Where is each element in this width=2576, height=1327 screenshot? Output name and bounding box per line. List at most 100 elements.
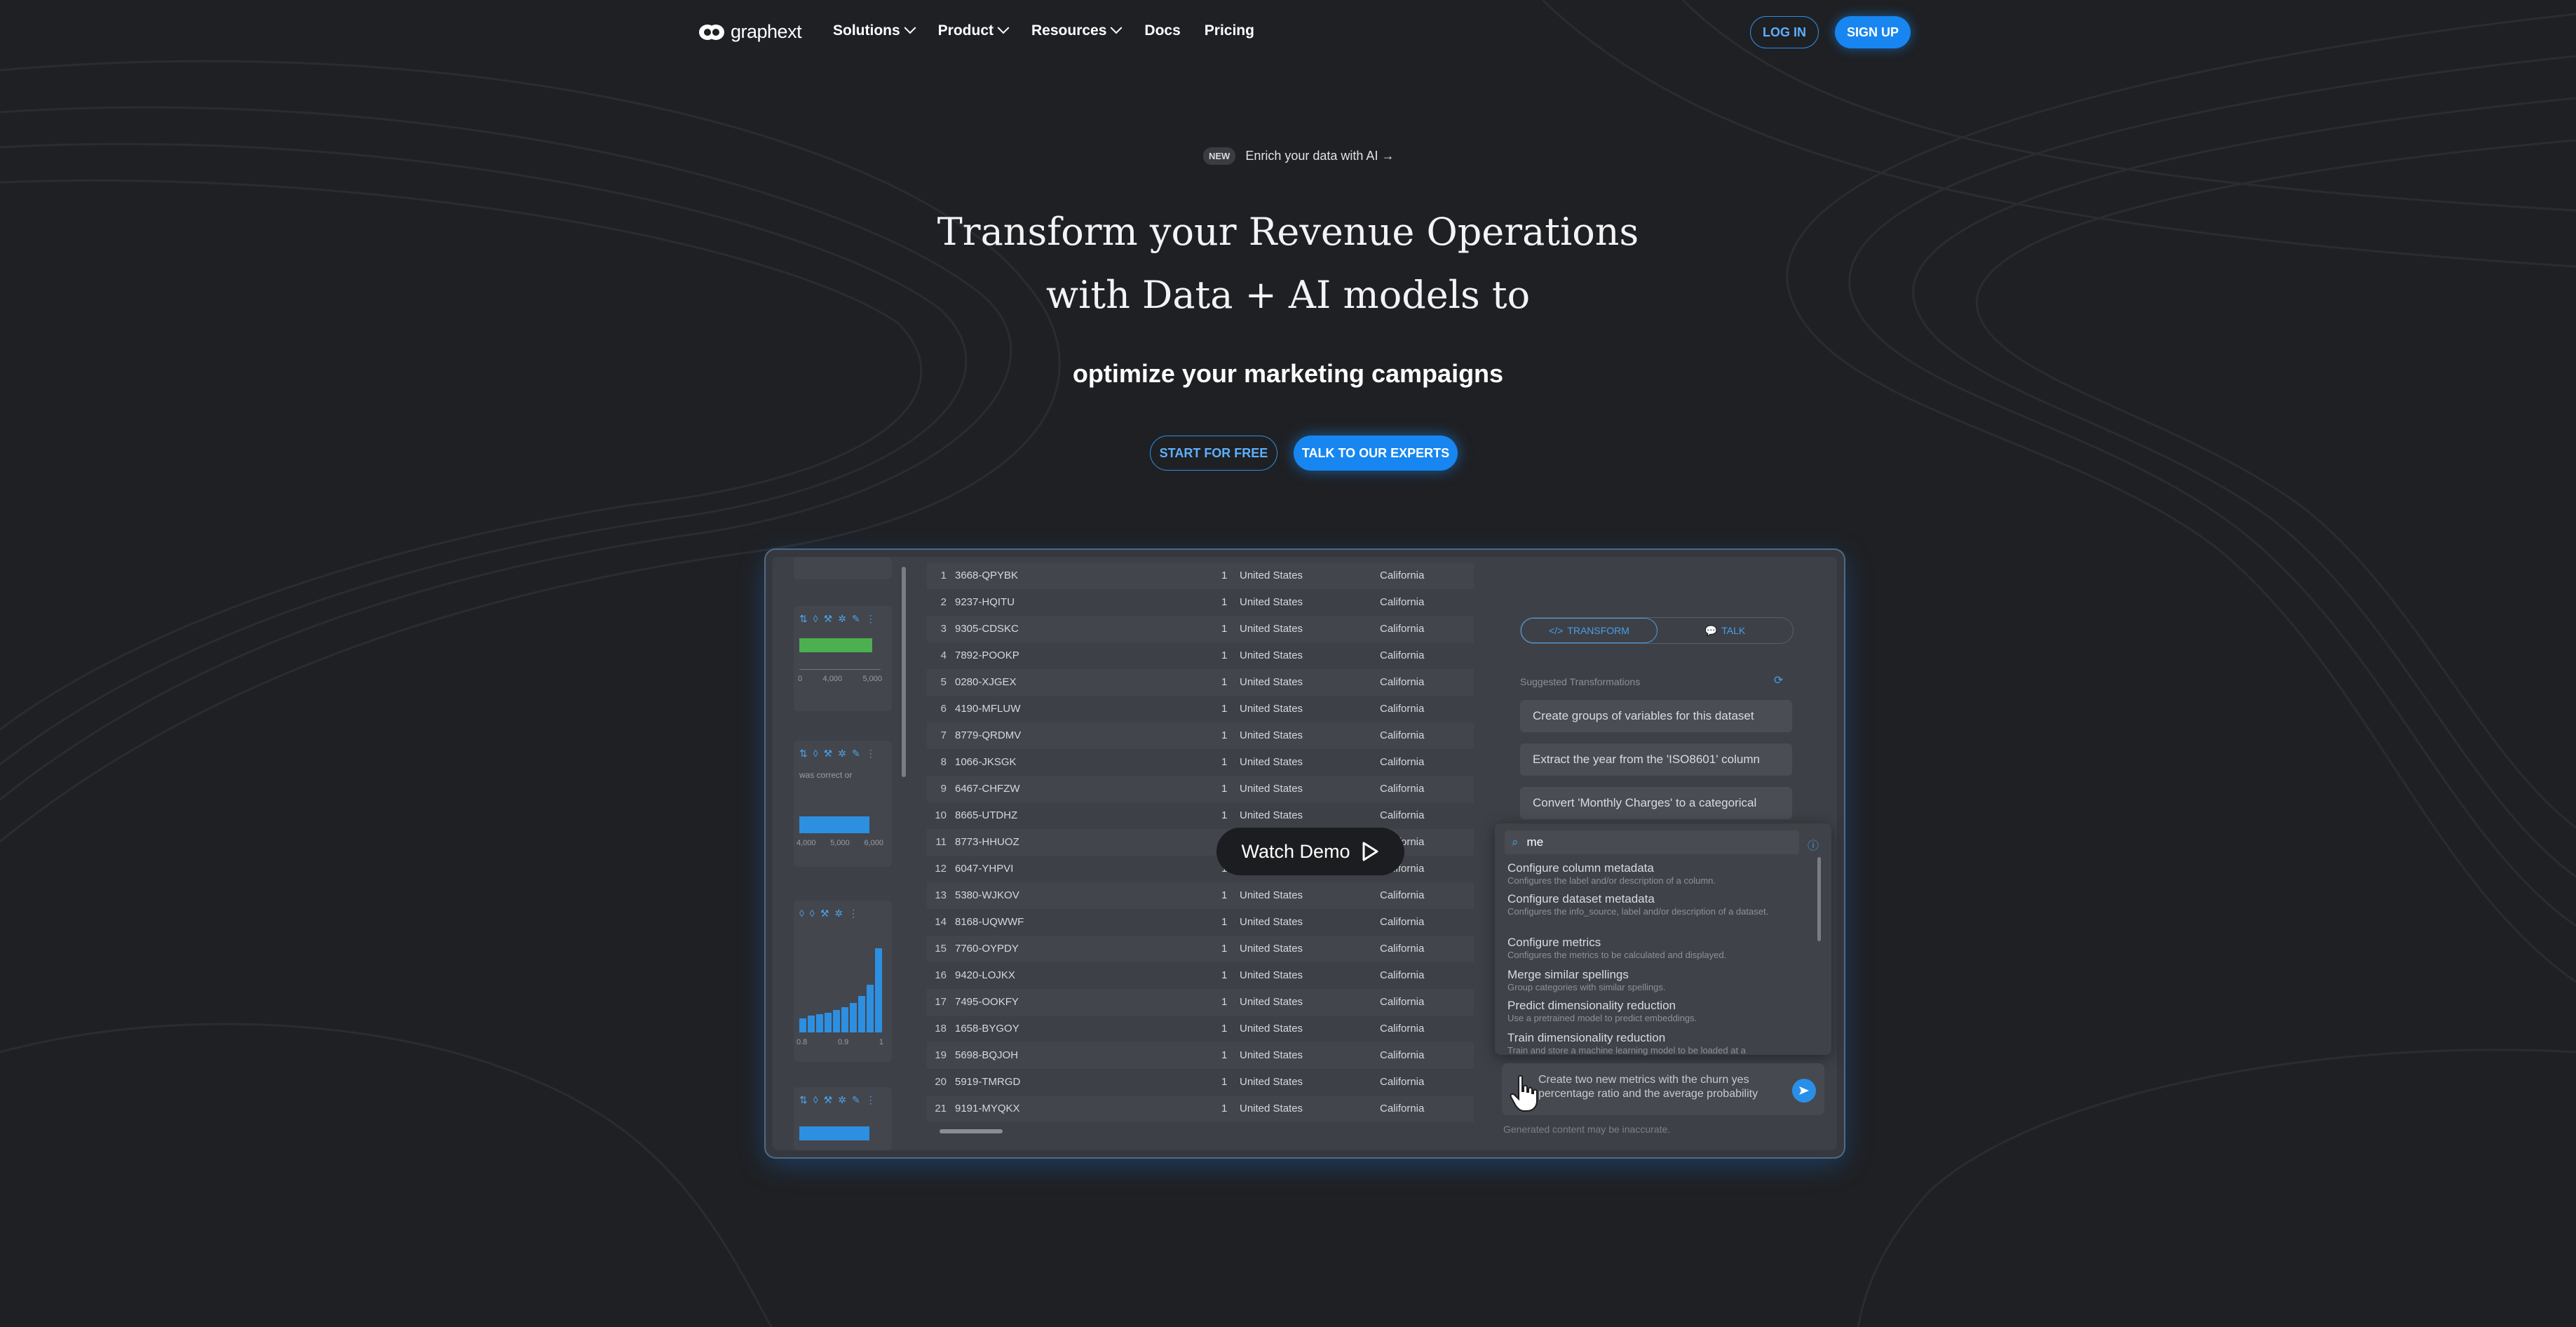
more-icon[interactable]: ⋮ — [866, 748, 876, 760]
dropdown-option[interactable]: Configure dataset metadata Configures th… — [1507, 892, 1802, 917]
table-row[interactable]: 14 8168-UQWWF 1 United States California — [927, 909, 1474, 936]
country-cell: United States — [1240, 943, 1303, 955]
settings-icon[interactable]: ✲ — [834, 908, 843, 920]
dropdown-option[interactable]: Merge similar spellings Group categories… — [1507, 968, 1802, 992]
drop-icon[interactable]: ◊ — [813, 748, 818, 760]
table-row[interactable]: 4 7892-POOKP 1 United States California — [927, 642, 1474, 669]
axis-labels: 4,000 5,000 6,000 — [796, 839, 883, 847]
settings-icon[interactable]: ✲ — [838, 748, 846, 760]
table-row[interactable]: 15 7760-OYPDY 1 United States California — [927, 936, 1474, 962]
settings-icon[interactable]: ✲ — [838, 613, 846, 625]
info-icon[interactable]: ⓘ — [1808, 836, 1819, 853]
edit-icon[interactable]: ✎ — [852, 613, 860, 625]
menu-solutions[interactable]: Solutions — [833, 22, 916, 39]
row-index: 10 — [935, 809, 947, 821]
tool-icon[interactable]: ⚒ — [820, 908, 829, 920]
state-cell: California — [1380, 649, 1425, 661]
customer-id-cell: 5919-TMRGD — [955, 1076, 1021, 1088]
histogram-bar — [808, 1016, 815, 1032]
table-row[interactable]: 20 5919-TMRGD 1 United States California — [927, 1069, 1474, 1096]
table-row[interactable]: 17 7495-OOKFY 1 United States California — [927, 989, 1474, 1016]
new-tag: NEW — [1203, 147, 1236, 165]
login-button[interactable]: LOG IN — [1750, 16, 1819, 48]
menu-pricing[interactable]: Pricing — [1205, 22, 1254, 39]
row-index: 8 — [940, 756, 947, 768]
tab-talk[interactable]: 💬 TALK — [1658, 618, 1793, 643]
talk-to-experts-button[interactable]: TALK TO OUR EXPERTS — [1294, 436, 1458, 471]
tool-icon[interactable]: ⚒ — [824, 1094, 833, 1106]
menu-resources[interactable]: Resources — [1031, 22, 1123, 39]
settings-icon[interactable]: ✲ — [838, 1094, 846, 1106]
table-row[interactable]: 7 8779-QRDMV 1 United States California — [927, 722, 1474, 749]
more-icon[interactable]: ⋮ — [866, 613, 876, 625]
send-button[interactable] — [1792, 1079, 1816, 1103]
count-cell: 1 — [1221, 943, 1228, 955]
dropdown-scrollbar[interactable] — [1817, 857, 1821, 941]
product-demo-preview[interactable]: ⇅ ◊ ⚒ ✲ ✎ ⋮ 0 4,000 5,000 ⇅ ◊ ⚒ ✲ ✎ ⋮ was correct … — [766, 550, 1844, 1157]
tool-icon[interactable]: ⚒ — [824, 748, 833, 760]
dropdown-option[interactable]: Predict dimensionality reduction Use a p… — [1507, 999, 1802, 1023]
suggestion-item[interactable]: Create groups of variables for this data… — [1520, 700, 1792, 732]
table-row[interactable]: 6 4190-MFLUW 1 United States California — [927, 696, 1474, 722]
drop-icon[interactable]: ◊ — [813, 1094, 818, 1106]
menu-product[interactable]: Product — [938, 22, 1010, 39]
histogram-bar — [825, 1013, 832, 1032]
card-toolbar: ⇅ ◊ ⚒ ✲ ✎ ⋮ — [794, 1087, 892, 1113]
announcement-badge[interactable]: NEW Enrich your data with AI → — [1203, 147, 1394, 165]
table-row[interactable]: 10 8665-UTDHZ 1 United States California — [927, 802, 1474, 829]
state-cell: California — [1380, 809, 1425, 821]
table-row[interactable]: 2 9237-HQITU 1 United States California — [927, 589, 1474, 616]
state-cell: California — [1380, 623, 1425, 635]
option-title: Predict dimensionality reduction — [1507, 999, 1676, 1012]
country-cell: United States — [1240, 676, 1303, 688]
table-row[interactable]: 18 1658-BYGOY 1 United States California — [927, 1016, 1474, 1042]
state-cell: California — [1380, 1023, 1425, 1035]
table-row[interactable]: 5 0280-XJGEX 1 United States California — [927, 669, 1474, 696]
main-menu: Solutions Product Resources Docs Pricing — [833, 22, 1254, 39]
dropdown-option[interactable]: Configure column metadata Configures the… — [1507, 861, 1802, 886]
logo[interactable]: graphext — [698, 21, 802, 43]
customer-id-cell: 1658-BYGOY — [955, 1023, 1019, 1035]
dropdown-option[interactable]: Configure metrics Configures the metrics… — [1507, 936, 1802, 960]
dropdown-option[interactable]: Train dimensionality reduction Train and… — [1507, 1031, 1802, 1056]
drop-icon[interactable]: ◊ — [799, 908, 804, 920]
menu-docs[interactable]: Docs — [1144, 22, 1180, 39]
table-row[interactable]: 19 5698-BQJOH 1 United States California — [927, 1042, 1474, 1069]
more-icon[interactable]: ⋮ — [848, 908, 858, 920]
table-row[interactable]: 16 9420-LOJKX 1 United States California — [927, 962, 1474, 989]
table-row[interactable]: 3 9305-CDSKC 1 United States California — [927, 616, 1474, 642]
suggestion-item[interactable]: Extract the year from the 'ISO8601' colu… — [1520, 743, 1792, 776]
refresh-icon[interactable]: ⟳ — [1774, 673, 1783, 687]
table-row[interactable]: 8 1066-JKSGK 1 United States California — [927, 749, 1474, 776]
histogram-bar — [799, 1126, 869, 1140]
filter-icon[interactable]: ⇅ — [799, 748, 808, 760]
edit-icon[interactable]: ✎ — [852, 748, 860, 760]
table-horizontal-scrollbar[interactable] — [940, 1129, 1003, 1133]
prompt-input[interactable]: Create two new metrics with the churn ye… — [1502, 1063, 1824, 1115]
transformation-search-input[interactable]: ⌕ me — [1505, 830, 1799, 854]
drop-icon[interactable]: ◊ — [810, 908, 815, 920]
watch-demo-button[interactable]: Watch Demo — [1216, 828, 1404, 875]
tab-transform[interactable]: </> TRANSFORM — [1521, 618, 1658, 643]
panel-scrollbar[interactable] — [902, 567, 906, 777]
card-toolbar: ◊ ◊ ⚒ ✲ ⋮ — [794, 901, 892, 927]
count-cell: 1 — [1221, 596, 1228, 608]
table-row[interactable]: 21 9191-MYQKX 1 United States California — [927, 1096, 1474, 1122]
table-row[interactable]: 1 3668-QPYBK 1 United States California — [927, 563, 1474, 589]
table-row[interactable]: 13 5380-WJKOV 1 United States California — [927, 882, 1474, 909]
filter-icon[interactable]: ⇅ — [799, 613, 808, 625]
tool-icon[interactable]: ⚒ — [824, 613, 833, 625]
more-icon[interactable]: ⋮ — [866, 1094, 876, 1106]
table-row[interactable]: 9 6467-CHFZW 1 United States California — [927, 776, 1474, 802]
drop-icon[interactable]: ◊ — [813, 613, 818, 625]
state-cell: California — [1380, 1103, 1425, 1114]
filter-icon[interactable]: ⇅ — [799, 1094, 808, 1106]
signup-button[interactable]: SIGN UP — [1835, 16, 1911, 48]
country-cell: United States — [1240, 809, 1303, 821]
start-for-free-button[interactable]: START FOR FREE — [1150, 436, 1277, 471]
row-index: 17 — [935, 996, 947, 1008]
edit-icon[interactable]: ✎ — [852, 1094, 860, 1106]
option-title: Configure dataset metadata — [1507, 892, 1655, 905]
suggestion-item[interactable]: Convert 'Monthly Charges' to a categoric… — [1520, 787, 1792, 819]
count-cell: 1 — [1221, 1076, 1228, 1088]
